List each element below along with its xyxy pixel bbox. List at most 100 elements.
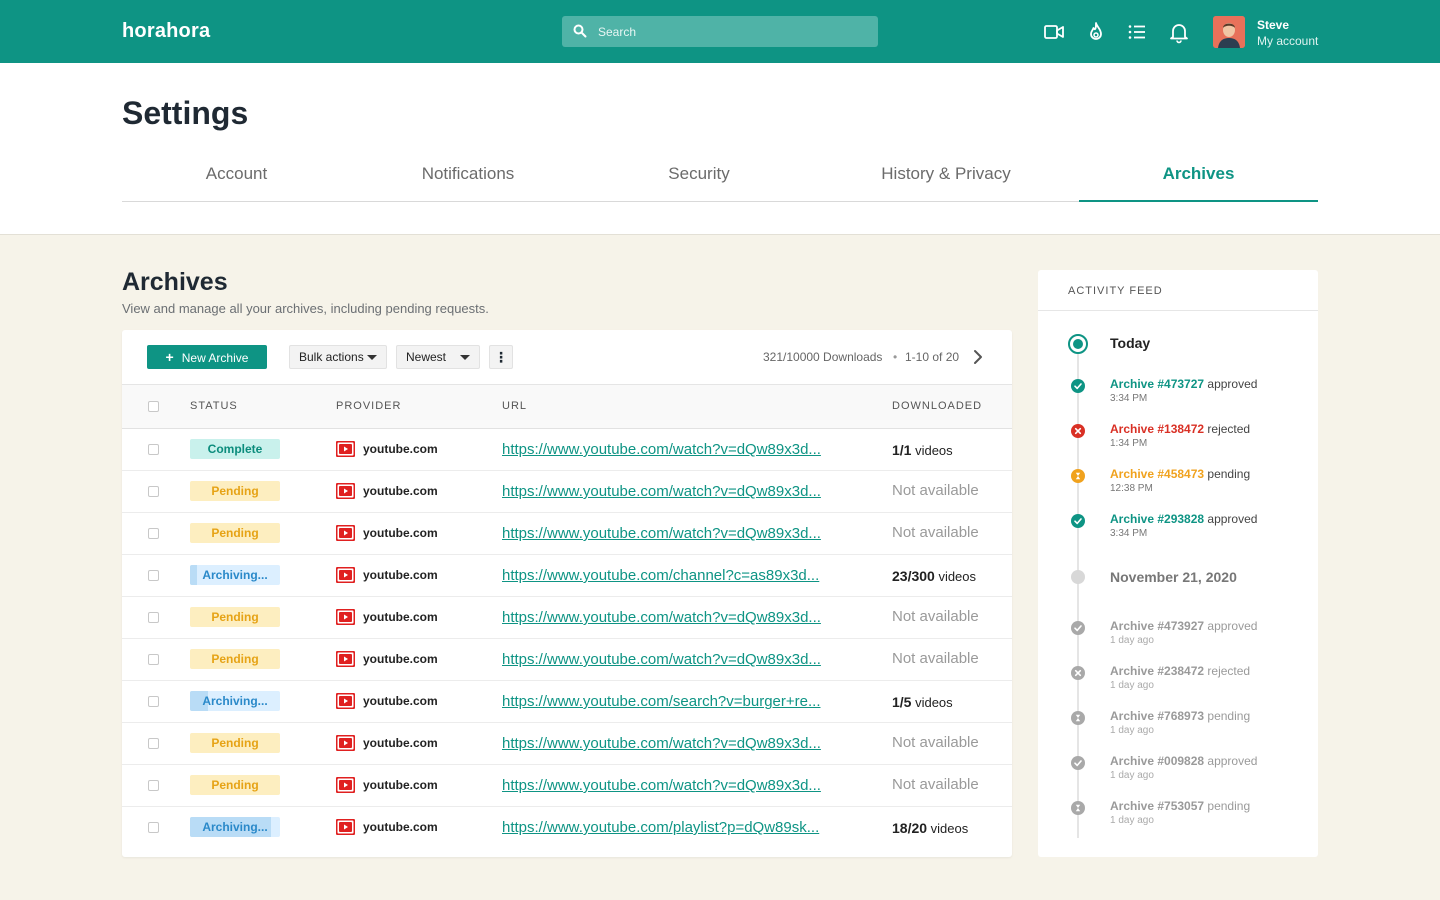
row-checkbox[interactable] — [148, 570, 159, 581]
tab-archives[interactable]: Archives — [1079, 151, 1318, 202]
top-bar: horahora Steve My account — [0, 0, 1440, 63]
search-input[interactable] — [598, 16, 868, 47]
tab-notifications[interactable]: Notifications — [351, 151, 585, 202]
downloaded-unit: videos — [934, 569, 977, 584]
archive-url-link[interactable]: https://www.youtube.com/playlist?p=dQw89… — [502, 819, 819, 836]
column-provider[interactable]: PROVIDER — [336, 400, 401, 412]
row-checkbox[interactable] — [148, 486, 159, 497]
chevron-right-icon[interactable] — [970, 348, 986, 366]
table-row[interactable]: Pending youtube.com https://www.youtube.co… — [122, 471, 1012, 513]
approved-status-icon — [1071, 379, 1085, 393]
user-avatar-image — [1213, 16, 1245, 48]
table-row[interactable]: Pending youtube.com https://www.youtube.co… — [122, 639, 1012, 681]
list-icon[interactable] — [1125, 20, 1149, 44]
column-url[interactable]: URL — [502, 400, 527, 412]
status-badge: Pending — [190, 523, 280, 543]
tab-history-privacy[interactable]: History & Privacy — [813, 151, 1079, 202]
row-checkbox[interactable] — [148, 738, 159, 749]
downloaded-count: 18/20 — [892, 820, 928, 836]
event-archive-link[interactable]: Archive #238472 — [1110, 664, 1204, 678]
archive-url-link[interactable]: https://www.youtube.com/watch?v=dQw89x3d… — [502, 525, 821, 542]
table-row[interactable]: Pending youtube.com https://www.youtube.co… — [122, 765, 1012, 807]
select-all-checkbox[interactable] — [148, 401, 159, 412]
bell-icon[interactable] — [1167, 20, 1191, 44]
archive-url-link[interactable]: https://www.youtube.com/watch?v=dQw89x3d… — [502, 735, 821, 752]
provider-name: youtube.com — [363, 694, 438, 708]
event-archive-link[interactable]: Archive #009828 — [1110, 754, 1204, 768]
today-marker — [1068, 334, 1088, 354]
more-options-button[interactable]: ⋮ — [489, 345, 513, 369]
event-action: approved — [1204, 377, 1258, 391]
archive-url-link[interactable]: https://www.youtube.com/search?v=burger+… — [502, 693, 821, 710]
column-status[interactable]: STATUS — [190, 400, 238, 412]
youtube-icon — [336, 777, 355, 793]
archive-url-link[interactable]: https://www.youtube.com/watch?v=dQw89x3d… — [502, 651, 821, 668]
bulk-actions-dropdown[interactable]: Bulk actions — [289, 345, 387, 369]
new-archive-button[interactable]: + New Archive — [147, 345, 267, 369]
event-archive-link[interactable]: Archive #138472 — [1110, 422, 1204, 436]
youtube-icon — [336, 441, 355, 457]
section-subtitle: View and manage all your archives, inclu… — [122, 301, 489, 316]
status-badge: Pending — [190, 649, 280, 669]
event-title: Archive #768973 pending — [1110, 709, 1250, 723]
event-archive-link[interactable]: Archive #768973 — [1110, 709, 1204, 723]
table-row[interactable]: Complete youtube.com https://www.youtube.c… — [122, 429, 1012, 471]
search-box[interactable] — [562, 16, 878, 47]
sort-dropdown[interactable]: Newest — [396, 345, 480, 369]
archive-url-link[interactable]: https://www.youtube.com/channel?c=as89x3… — [502, 567, 819, 584]
archive-url-link[interactable]: https://www.youtube.com/watch?v=dQw89x3d… — [502, 777, 821, 794]
activity-feed: ACTIVITY FEED Today November 21, 2020 Ar… — [1038, 270, 1318, 857]
archive-progress-bar — [190, 565, 197, 585]
column-downloaded[interactable]: DOWNLOADED — [892, 400, 982, 412]
status-label: Archiving... — [202, 568, 268, 582]
event-action: pending — [1204, 799, 1251, 813]
table-row[interactable]: Archiving... youtube.com https://www.youtu… — [122, 555, 1012, 597]
row-checkbox[interactable] — [148, 822, 159, 833]
tab-account[interactable]: Account — [122, 151, 351, 202]
tab-security[interactable]: Security — [585, 151, 813, 202]
avatar[interactable] — [1213, 16, 1245, 48]
plus-icon: + — [165, 349, 174, 365]
page-range: 1-10 of 20 — [905, 350, 960, 364]
my-account-link[interactable]: My account — [1257, 34, 1318, 48]
event-title: Archive #293828 approved — [1110, 512, 1257, 526]
archive-url-link[interactable]: https://www.youtube.com/watch?v=dQw89x3d… — [502, 441, 821, 458]
video-camera-icon[interactable] — [1042, 20, 1066, 44]
activity-feed-title: ACTIVITY FEED — [1068, 285, 1163, 297]
event-archive-link[interactable]: Archive #753057 — [1110, 799, 1204, 813]
approved-status-icon — [1071, 514, 1085, 528]
youtube-icon — [336, 483, 355, 499]
row-checkbox[interactable] — [148, 528, 159, 539]
separator-dot: • — [893, 350, 898, 364]
user-name[interactable]: Steve — [1257, 18, 1289, 32]
page-title: Settings — [122, 95, 249, 131]
event-archive-link[interactable]: Archive #293828 — [1110, 512, 1204, 526]
approved-status-icon — [1071, 621, 1085, 635]
fire-icon[interactable] — [1084, 20, 1108, 44]
event-archive-link[interactable]: Archive #473727 — [1110, 377, 1204, 391]
downloaded-value: Not available — [892, 608, 979, 625]
event-action: pending — [1204, 467, 1251, 481]
table-row[interactable]: Archiving... youtube.com https://www.youtu… — [122, 681, 1012, 723]
provider-name: youtube.com — [363, 526, 438, 540]
youtube-icon — [336, 819, 355, 835]
row-checkbox[interactable] — [148, 444, 159, 455]
row-checkbox[interactable] — [148, 612, 159, 623]
archive-url-link[interactable]: https://www.youtube.com/watch?v=dQw89x3d… — [502, 609, 821, 626]
app-logo[interactable]: horahora — [122, 20, 210, 43]
table-row[interactable]: Archiving... youtube.com https://www.youtu… — [122, 807, 1012, 849]
row-checkbox[interactable] — [148, 696, 159, 707]
table-row[interactable]: Pending youtube.com https://www.youtube.co… — [122, 597, 1012, 639]
table-row[interactable]: Pending youtube.com https://www.youtube.co… — [122, 723, 1012, 765]
caret-down-icon — [367, 355, 377, 360]
table-row[interactable]: Pending youtube.com https://www.youtube.co… — [122, 513, 1012, 555]
row-checkbox[interactable] — [148, 780, 159, 791]
row-checkbox[interactable] — [148, 654, 159, 665]
status-badge: Pending — [190, 775, 280, 795]
event-title: Archive #753057 pending — [1110, 799, 1250, 813]
youtube-icon — [336, 735, 355, 751]
archive-url-link[interactable]: https://www.youtube.com/watch?v=dQw89x3d… — [502, 483, 821, 500]
event-archive-link[interactable]: Archive #473927 — [1110, 619, 1204, 633]
event-archive-link[interactable]: Archive #458473 — [1110, 467, 1204, 481]
event-title: Archive #238472 rejected — [1110, 664, 1250, 678]
